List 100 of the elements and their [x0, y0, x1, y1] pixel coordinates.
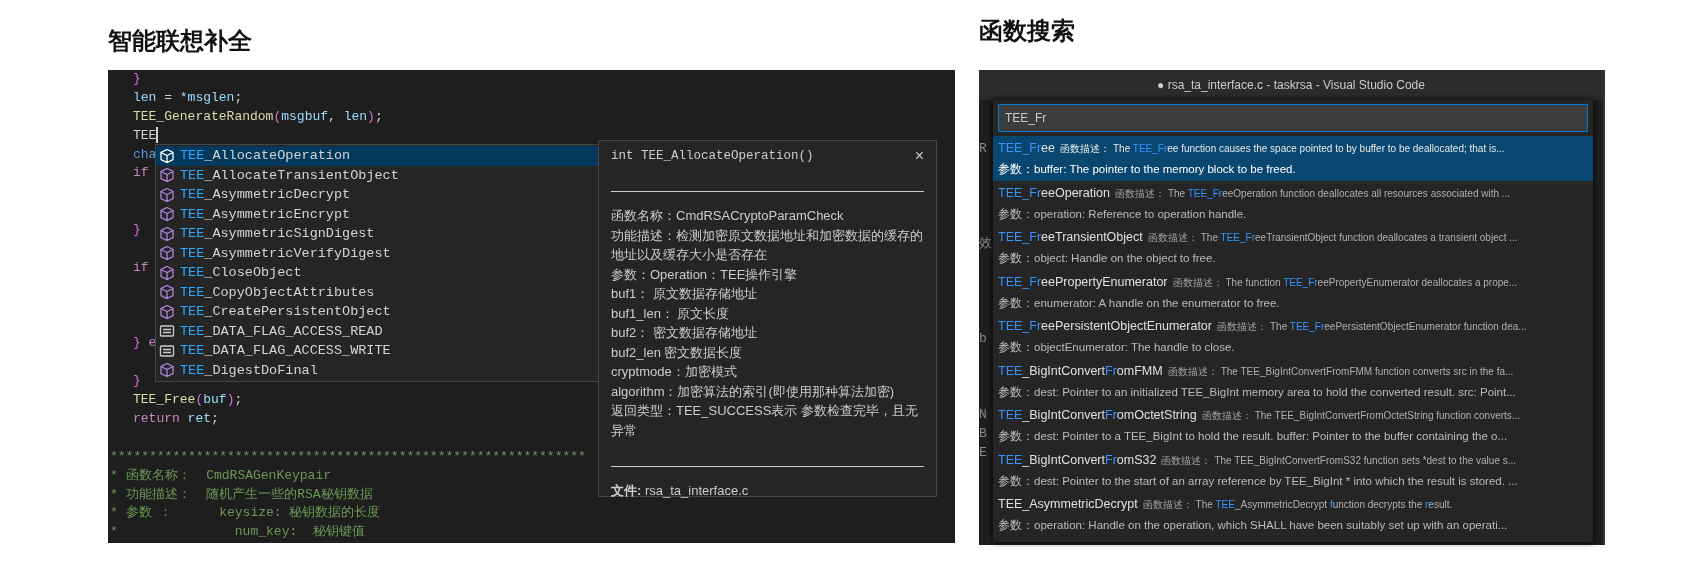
function-name: TEE_FreePropertyEnumerator — [998, 273, 1168, 291]
code-fragment: b — [979, 330, 988, 348]
code-fragment: N — [979, 406, 988, 424]
params-text: 参数：enumerator: A handle on the enumerator to free. — [998, 295, 1281, 311]
suggestion-item[interactable]: TEE_AllocateOperation — [156, 146, 598, 166]
code-line: TEE_Free(buf); — [132, 391, 243, 410]
params-text: 参数：dest: Pointer to the start of an array reference by TEE_BigInt * into which the result is stored. ... — [998, 473, 1519, 489]
cube-icon — [159, 225, 175, 242]
params-text: 参数：objectEnumerator: The handle to close. — [998, 340, 1236, 355]
description-text: The TEE_FreeOperation function deallocates all resources associated with ... — [1167, 186, 1511, 201]
result-item[interactable]: TEE_FreeOperation 函数描述： The TEE_FreeOperation function deallocates all resources associated with ... 参数：operation: Reference to operation handle. — [993, 180, 1593, 225]
description-text: The TEE_AsymmetricDecrypt function decrypts the result. — [1195, 498, 1453, 512]
description-label: 函数描述： — [1201, 409, 1252, 423]
suggestion-item[interactable]: TEE_DATA_FLAG_ACCESS_READ — [156, 321, 598, 341]
code-line: TEE — [132, 126, 158, 146]
params-text: 参数：operation: Handle on the operation, which SHALL have been suitably set up with an operati... — [998, 518, 1509, 533]
description-label: 函数描述： — [1161, 453, 1212, 468]
cube-icon — [159, 362, 175, 379]
result-item[interactable]: TEE_Free 函数描述： The TEE_Free function causes the space pointed to by buffer to be deallocated; that is... 参数：buffer: The pointer to the memory block to be freed. — [993, 136, 1593, 181]
field-icon — [159, 342, 175, 359]
result-item[interactable]: TEE_BigIntConvertFromOctetString 函数描述： The TEE_BigIntConvertFromOctetString function converts... 参数：dest: Pointer to a TEE_BigInt to hold the result. buffer: Pointer to the buffer containing the o... — [993, 403, 1593, 448]
result-item[interactable]: TEE_FreePersistentObjectEnumerator 函数描述： The TEE_FreePersistentObjectEnumerator function dea... 参数：objectEnumerator: The handle to close. — [993, 314, 1593, 359]
file-line: 文件: rsa_ta_interface.c — [611, 482, 750, 500]
description-label: 函数描述： — [1142, 498, 1193, 512]
suggestion-item[interactable]: TEE_CopyObjectAttributes — [156, 282, 598, 302]
code-line: } e — [132, 334, 157, 353]
code-line: } — [132, 372, 141, 391]
code-line: return ret; — [132, 410, 219, 429]
suggestion-item[interactable]: TEE_DigestDoFinal — [156, 360, 598, 380]
cube-icon — [159, 303, 175, 320]
cube-icon — [159, 245, 175, 262]
suggestion-item[interactable]: TEE_AsymmetricDecrypt — [156, 185, 598, 205]
function-name: TEE_BigIntConvertFromOctetString — [998, 407, 1197, 424]
params-text: 参数：dest: Pointer to a TEE_BigInt to hold the result. buffer: Pointer to the buffer containing the o... — [998, 429, 1509, 444]
code-line: } — [132, 221, 141, 240]
doc-line: buf1： 原文数据存储地址 — [611, 285, 758, 303]
function-name: TEE_BigIntConvertFromS32 — [998, 451, 1157, 469]
doc-line: buf2_len 密文数据长度 — [611, 343, 744, 362]
description-text: The TEE_Free function causes the space pointed to by buffer to be deallocated; that is... — [1112, 142, 1505, 156]
code-line: * num_key: 秘钥键值 — [109, 523, 365, 542]
doc-line: algorithm：加密算法的索引(即使用那种算法加密) — [611, 382, 896, 401]
description-text: The TEE_BigIntConvertFromOctetString function converts... — [1254, 409, 1521, 423]
doc-line: cryptmode：加密模式 — [611, 363, 738, 381]
code-fragment: B — [979, 425, 988, 443]
function-name: TEE_AsymmetricDecrypt — [998, 496, 1138, 513]
code-fragment: R — [979, 140, 988, 158]
suggestion-item[interactable]: TEE_CreatePersistentObject — [156, 302, 598, 322]
section-title: 智能联想补全 — [108, 27, 252, 55]
result-item[interactable]: TEE_FreePropertyEnumerator 函数描述： The function TEE_FreePropertyEnumerator deallocates a prope... 参数：enumerator: A handle on the enumerator to free. — [993, 269, 1593, 314]
suggestion-item[interactable]: TEE_CloseObject — [156, 263, 598, 283]
result-item[interactable]: TEE_FreeTransientObject 函数描述： The TEE_FreeTransientObject function deallocates a transient object ... 参数：object: Handle on the object to free. — [993, 225, 1593, 270]
description-label: 函数描述： — [1167, 364, 1218, 379]
function-name: TEE_FreePersistentObjectEnumerator — [998, 318, 1212, 335]
cube-icon — [159, 147, 175, 164]
code-line: * 功能描述： 随机产生一些的RSA秘钥数据 — [109, 485, 373, 504]
params-text: 参数：object: Handle on the object to free. — [998, 251, 1217, 266]
function-name: TEE_Free — [998, 140, 1055, 157]
suggestion-item[interactable]: TEE_AsymmetricSignDigest — [156, 224, 598, 244]
search-field[interactable]: TEE_Fr — [998, 104, 1588, 132]
description-label: 函数描述： — [1147, 231, 1198, 245]
description-text: The TEE_BigIntConvertFromFMM function converts src in the fa... — [1220, 364, 1514, 379]
doc-line: 功能描述：检测加密原文数据地址和加密数据的缓存的地址以及缓存大小是否存在 — [611, 226, 924, 264]
description-label: 函数描述： — [1217, 320, 1267, 334]
description-label: 函数描述： — [1114, 186, 1165, 201]
function-name: TEE_BigIntConvertFromFMM — [998, 362, 1163, 380]
field-icon — [159, 323, 175, 340]
suggestion-item[interactable]: TEE_AsymmetricVerifyDigest — [156, 243, 598, 263]
result-item[interactable]: TEE_BigIntConvertFromFMM 函数描述： The TEE_BigIntConvertFromFMM function converts src in the fa... 参数：dest: Pointer to an initialized TEE_BigInt memory area to hold the converted result. src: Point... — [993, 358, 1593, 403]
params-text: 参数：buffer: The pointer to the memory block to be freed. — [998, 162, 1297, 177]
description-text: The TEE_FreeTransientObject function deallocates a transient object ... — [1200, 231, 1518, 245]
description-text: The TEE_FreePersistentObjectEnumerator function dea... — [1270, 320, 1527, 334]
window-title: ● rsa_ta_interface.c - taskrsa - Visual Studio Code — [1157, 78, 1425, 92]
code-line: cha — [132, 145, 157, 164]
code-fragment: 效 — [979, 235, 993, 253]
code-line: if — [132, 164, 149, 183]
cube-icon — [159, 186, 175, 203]
cube-icon — [159, 264, 175, 281]
params-text: 参数：dest: Pointer to an initialized TEE_BigInt memory area to hold the converted result. src: Point... — [998, 384, 1517, 400]
code-line: ************************************************************* — [109, 447, 586, 466]
description-text: The TEE_BigIntConvertFromS32 function sets *dest to the value s... — [1214, 453, 1517, 468]
function-name: TEE_FreeTransientObject — [998, 229, 1143, 246]
suggestion-item[interactable]: TEE_AsymmetricEncrypt — [156, 204, 598, 224]
suggestion-item[interactable]: TEE_AllocateTransientObject — [156, 165, 598, 185]
signature-text: int TEE_AllocateOperation() — [611, 149, 814, 163]
close-button[interactable]: × — [914, 147, 924, 165]
code-line: if — [132, 258, 149, 277]
result-item[interactable]: TEE_AsymmetricDecrypt 函数描述： The TEE_AsymmetricDecrypt function decrypts the result. 参数：operation: Handle on the operation, which SHALL have been suitably set up with an operati... — [993, 492, 1593, 537]
code-line: * 参数 ： keysize: 秘钥数据的长度 — [109, 504, 381, 523]
function-name: TEE_FreeOperation — [998, 184, 1110, 202]
section-title: 函数搜索 — [979, 17, 1075, 45]
doc-line: 返回类型：TEE_SUCCESS表示 参数检查完毕，且无异常 — [611, 402, 919, 440]
cube-icon — [159, 167, 175, 184]
cube-icon — [159, 284, 175, 301]
params-text: 参数：operation: Reference to operation handle. — [998, 206, 1248, 222]
description-text: The function TEE_FreePropertyEnumerator deallocates a prope... — [1225, 275, 1518, 290]
code-line: TEE_GenerateRandom(msgbuf, len); — [132, 107, 383, 126]
code-line: * 函数名称： CmdRSAGenKeypair — [109, 466, 332, 485]
doc-line: buf2： 密文数据存储地址 — [611, 324, 758, 342]
suggestion-item[interactable]: TEE_DATA_FLAG_ACCESS_WRITE — [156, 341, 598, 361]
code-line: len = *msglen; — [132, 88, 243, 107]
